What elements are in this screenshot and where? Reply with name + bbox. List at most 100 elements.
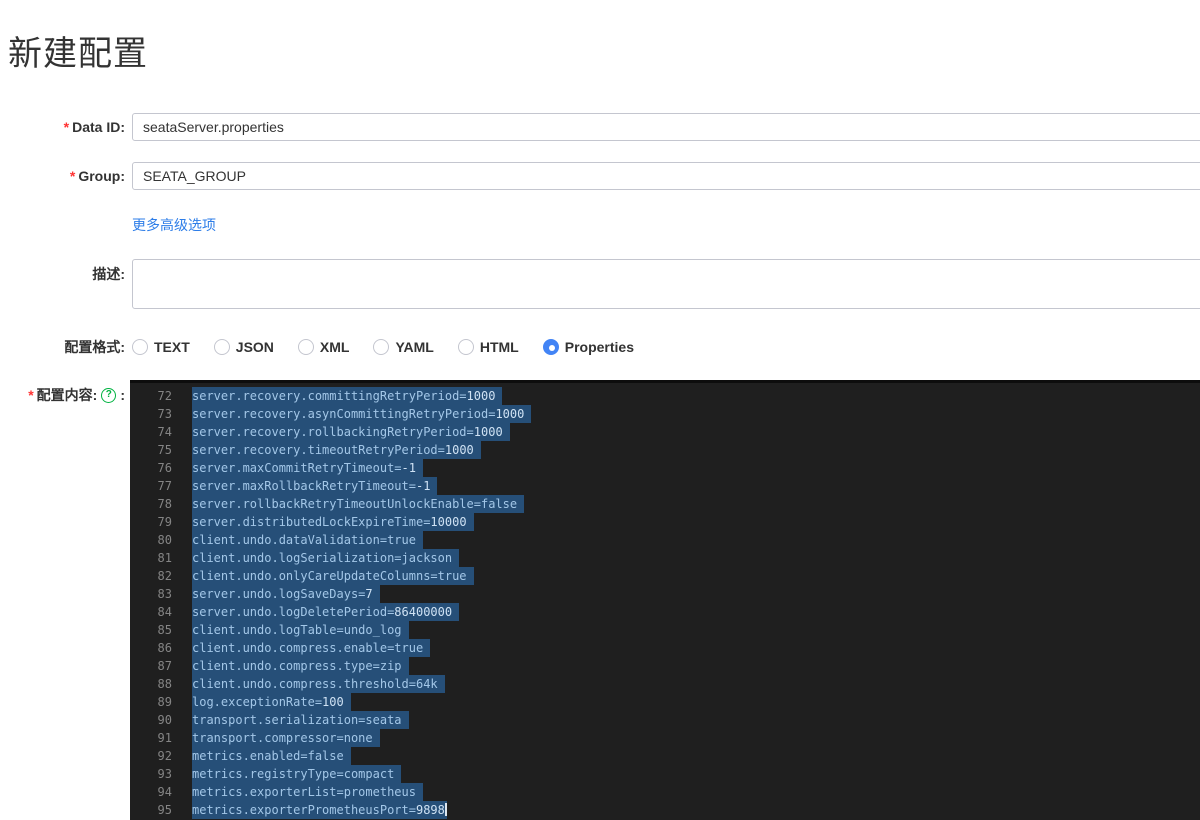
line-number: 87 (157, 659, 172, 673)
radio-circle-icon[interactable] (132, 339, 148, 355)
code-line[interactable]: 76 server.maxCommitRetryTimeout=-1 (130, 459, 1200, 477)
format-radio-label: Properties (564, 339, 634, 355)
code-text: server.rollbackRetryTimeoutUnlockEnable=… (192, 495, 525, 513)
line-number: 89 (157, 695, 172, 709)
content-row: * 配置内容: ? : 72 server.recovery.committingR… (0, 380, 1200, 820)
format-row: 配置格式: TEXT JSON XML YAML HTML Properties (0, 337, 1200, 357)
more-advanced-options-link[interactable]: 更多高级选项 (132, 217, 216, 233)
code-line[interactable]: 90 transport.serialization=seata (130, 711, 1200, 729)
code-line[interactable]: 89 log.exceptionRate=100 (130, 693, 1200, 711)
code-text: server.distributedLockExpireTime=10000 (192, 513, 474, 531)
format-radio-text[interactable]: TEXT (132, 339, 190, 355)
code-text: log.exceptionRate=100 (192, 693, 351, 711)
format-radio-xml[interactable]: XML (297, 339, 350, 355)
description-label: 描述: (92, 266, 125, 282)
format-radio-json[interactable]: JSON (213, 339, 274, 355)
line-number: 85 (157, 623, 172, 637)
code-line[interactable]: 72 server.recovery.committingRetryPeriod=… (130, 387, 1200, 405)
required-asterisk: * (28, 387, 34, 403)
format-radio-yaml[interactable]: YAML (373, 339, 434, 355)
line-number: 88 (157, 677, 172, 691)
format-radio-label: TEXT (154, 339, 190, 355)
code-line[interactable]: 74 server.recovery.rollbackingRetryPeriod… (130, 423, 1200, 441)
text-cursor (444, 803, 447, 816)
line-number: 90 (157, 713, 172, 727)
code-line[interactable]: 83 server.undo.logSaveDays=7 (130, 585, 1200, 603)
code-text: client.undo.logSerialization=jackson (192, 549, 460, 567)
code-line[interactable]: 94 metrics.exporterList=prometheus (130, 783, 1200, 801)
format-radio-group: TEXT JSON XML YAML HTML Properties (132, 339, 1200, 355)
radio-circle-icon[interactable] (542, 339, 559, 355)
line-number: 74 (157, 425, 172, 439)
code-text: server.recovery.rollbackingRetryPeriod=1… (192, 423, 510, 441)
content-label: * 配置内容: ? : (28, 387, 125, 403)
code-text: metrics.enabled=false (192, 747, 351, 765)
code-line[interactable]: 88 client.undo.compress.threshold=64k (130, 675, 1200, 693)
required-asterisk: * (63, 119, 70, 135)
line-number: 84 (157, 605, 172, 619)
data-id-row: * Data ID: (0, 113, 1200, 141)
line-number: 94 (157, 785, 172, 799)
code-text: client.undo.compress.enable=true (192, 639, 431, 657)
code-text: transport.serialization=seata (192, 711, 409, 729)
code-line[interactable]: 92 metrics.enabled=false (130, 747, 1200, 765)
code-line[interactable]: 73 server.recovery.asynCommittingRetryPer… (130, 405, 1200, 423)
radio-circle-icon[interactable] (213, 339, 230, 355)
page-title: 新建配置 (8, 35, 148, 73)
format-radio-html[interactable]: HTML (457, 339, 519, 355)
code-text: transport.compressor=none (192, 729, 380, 747)
line-number: 77 (157, 479, 172, 493)
code-line[interactable]: 87 client.undo.compress.type=zip (130, 657, 1200, 675)
code-line[interactable]: 95 metrics.exporterPrometheusPort=9898 (130, 801, 1200, 819)
code-line[interactable]: 84 server.undo.logDeletePeriod=86400000 (130, 603, 1200, 621)
question-circle-icon[interactable]: ? (101, 387, 117, 403)
code-text: client.undo.compress.threshold=64k (192, 675, 445, 693)
line-number: 79 (157, 515, 172, 529)
format-radio-properties[interactable]: Properties (542, 339, 634, 355)
format-radio-label: XML (319, 339, 350, 355)
code-line[interactable]: 93 metrics.registryType=compact (130, 765, 1200, 783)
code-line[interactable]: 79 server.distributedLockExpireTime=10000 (130, 513, 1200, 531)
code-line[interactable]: 86 client.undo.compress.enable=true (130, 639, 1200, 657)
code-text: client.undo.onlyCareUpdateColumns=true (192, 567, 474, 585)
radio-circle-icon[interactable] (297, 339, 314, 355)
code-line[interactable]: 91 transport.compressor=none (130, 729, 1200, 747)
description-textarea[interactable] (132, 259, 1200, 309)
group-row: * Group: (0, 162, 1200, 190)
code-line[interactable]: 75 server.recovery.timeoutRetryPeriod=100… (130, 441, 1200, 459)
code-line[interactable]: 80 client.undo.dataValidation=true (130, 531, 1200, 549)
group-label: * Group: (69, 168, 125, 184)
code-line[interactable]: 85 client.undo.logTable=undo_log (130, 621, 1200, 639)
code-text: server.recovery.timeoutRetryPeriod=1000 (192, 441, 481, 459)
code-text: server.recovery.asynCommittingRetryPerio… (192, 405, 532, 423)
required-asterisk: * (69, 168, 76, 184)
code-text: server.maxCommitRetryTimeout=-1 (192, 459, 423, 477)
line-number: 81 (157, 551, 172, 565)
editor-lines: 72 server.recovery.committingRetryPeriod=… (130, 383, 1200, 819)
format-radio-label: JSON (235, 339, 274, 355)
code-text: metrics.registryType=compact (192, 765, 402, 783)
line-number: 95 (157, 803, 172, 817)
radio-circle-icon[interactable] (457, 339, 474, 355)
code-line[interactable]: 78 server.rollbackRetryTimeoutUnlockEnabl… (130, 495, 1200, 513)
code-line[interactable]: 82 client.undo.onlyCareUpdateColumns=true (130, 567, 1200, 585)
format-label: 配置格式: (64, 339, 125, 355)
line-number: 92 (157, 749, 172, 763)
code-text: server.maxRollbackRetryTimeout=-1 (192, 477, 438, 495)
code-line[interactable]: 81 client.undo.logSerialization=jackson (130, 549, 1200, 567)
code-text: server.undo.logDeletePeriod=86400000 (192, 603, 460, 621)
code-text: client.undo.compress.type=zip (192, 657, 409, 675)
line-number: 93 (157, 767, 172, 781)
line-number: 82 (157, 569, 172, 583)
code-text: server.undo.logSaveDays=7 (192, 585, 380, 603)
code-text: client.undo.dataValidation=true (192, 531, 423, 549)
config-content-editor[interactable]: 72 server.recovery.committingRetryPeriod=… (130, 380, 1200, 820)
radio-circle-icon[interactable] (373, 339, 390, 355)
group-input[interactable] (132, 162, 1200, 190)
line-number: 83 (157, 587, 172, 601)
data-id-label: * Data ID: (63, 119, 125, 135)
data-id-input[interactable] (132, 113, 1200, 141)
line-number: 73 (157, 407, 172, 421)
code-line[interactable]: 77 server.maxRollbackRetryTimeout=-1 (130, 477, 1200, 495)
format-radio-label: YAML (395, 339, 434, 355)
